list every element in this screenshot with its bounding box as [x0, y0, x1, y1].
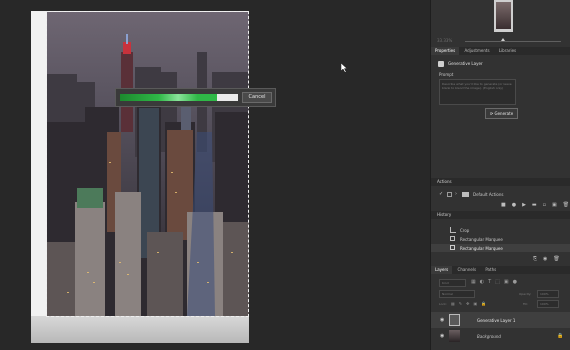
history-toolbar[interactable]: ⎘◉🗑 [533, 256, 566, 262]
progress-bar [120, 94, 238, 101]
fill-value: 100% [540, 302, 549, 306]
actions-toolbar[interactable]: ■●▶▬▫▣🗑 [501, 202, 570, 208]
blend-mode-select[interactable]: Normal [439, 290, 475, 298]
action-set-name[interactable]: Default Actions [473, 192, 504, 197]
tab-channels[interactable]: Channels [454, 266, 481, 274]
action-enabled-check-icon[interactable]: ✓ [439, 191, 443, 197]
crop-icon [450, 227, 456, 233]
actions-title[interactable]: Actions [437, 178, 452, 186]
history-item[interactable]: Crop [431, 226, 570, 234]
generate-label: Generate [494, 111, 514, 116]
opacity-label: Opacity: [519, 292, 532, 296]
lock-label: Lock: [439, 302, 447, 306]
cancel-button[interactable]: Cancel [242, 92, 272, 103]
mouse-cursor-icon [341, 63, 348, 73]
fill-field[interactable]: 100% [537, 300, 559, 308]
folder-icon [462, 192, 469, 197]
history-item-label: Rectangular Marquee [460, 246, 503, 251]
layer-row-selected[interactable]: ◉ Generative Layer 1 [431, 312, 570, 328]
prompt-label: Prompt [439, 72, 454, 77]
layer-kind-filter[interactable]: Kind [439, 279, 466, 287]
visibility-eye-icon[interactable]: ◉ [440, 317, 444, 323]
right-panel: 33.33% Properties Adjustments Libraries … [430, 0, 570, 350]
progress-bar-fill [120, 94, 217, 101]
tab-layers[interactable]: Layers [431, 266, 453, 274]
zoom-slider[interactable] [465, 41, 561, 42]
tab-libraries[interactable]: Libraries [495, 47, 520, 55]
layer-name[interactable]: Generative Layer 1 [477, 318, 515, 323]
opacity-value: 100% [540, 292, 549, 296]
prompt-textarea[interactable]: Describe what you'd like to generate (or… [439, 79, 516, 105]
opacity-field[interactable]: 100% [537, 290, 559, 298]
lock-icons[interactable]: ▦✎✥▣🔒 [451, 301, 490, 306]
lock-icon: 🔒 [557, 333, 564, 339]
canvas-area[interactable]: Cancel [0, 0, 430, 350]
layer-thumbnail [449, 330, 460, 342]
tab-adjustments[interactable]: Adjustments [461, 47, 494, 55]
marquee-icon [450, 236, 455, 241]
generate-button[interactable]: ⟳ Generate [485, 108, 518, 119]
layer-filter-icons[interactable]: ▦◐T⬚▣● [471, 279, 521, 285]
history-item-label: Rectangular Marquee [460, 237, 503, 242]
history-title[interactable]: History [437, 211, 451, 219]
history-item-label: Crop [460, 228, 470, 233]
visibility-eye-icon[interactable]: ◉ [440, 333, 444, 339]
layers-tabbar: Layers Channels Paths [431, 266, 570, 274]
generation-progress-dialog: Cancel [115, 88, 276, 107]
history-item[interactable]: Rectangular Marquee [431, 235, 570, 243]
zoom-slider-knob[interactable] [501, 38, 505, 41]
history-item-selected[interactable]: Rectangular Marquee [431, 244, 570, 252]
fill-label: Fill: [523, 302, 529, 306]
kind-label: Kind [442, 281, 449, 285]
generative-layer-icon [438, 61, 444, 67]
expand-chevron-icon[interactable]: › [455, 191, 457, 197]
history-header: History [431, 211, 570, 219]
blend-mode-value: Normal [442, 292, 453, 296]
dialog-toggle-icon[interactable] [447, 192, 452, 197]
navigator-preview [496, 2, 511, 29]
layer-row[interactable]: ◉ Background 🔒 [431, 328, 570, 344]
tab-paths[interactable]: Paths [481, 266, 500, 274]
marquee-selection[interactable] [46, 11, 249, 317]
actions-header: Actions [431, 178, 570, 186]
navigator-thumbnail[interactable] [494, 0, 513, 32]
marquee-icon [450, 245, 455, 250]
layer-thumbnail [449, 314, 460, 326]
layer-type-label: Generative Layer [448, 61, 483, 66]
layer-name[interactable]: Background [477, 334, 501, 339]
properties-tabbar: Properties Adjustments Libraries [431, 47, 570, 55]
canvas-bottom-gradient [31, 316, 249, 343]
prompt-placeholder: Describe what you'd like to generate (or… [442, 82, 512, 90]
zoom-level: 33.33% [437, 38, 453, 43]
tab-properties[interactable]: Properties [431, 47, 460, 55]
